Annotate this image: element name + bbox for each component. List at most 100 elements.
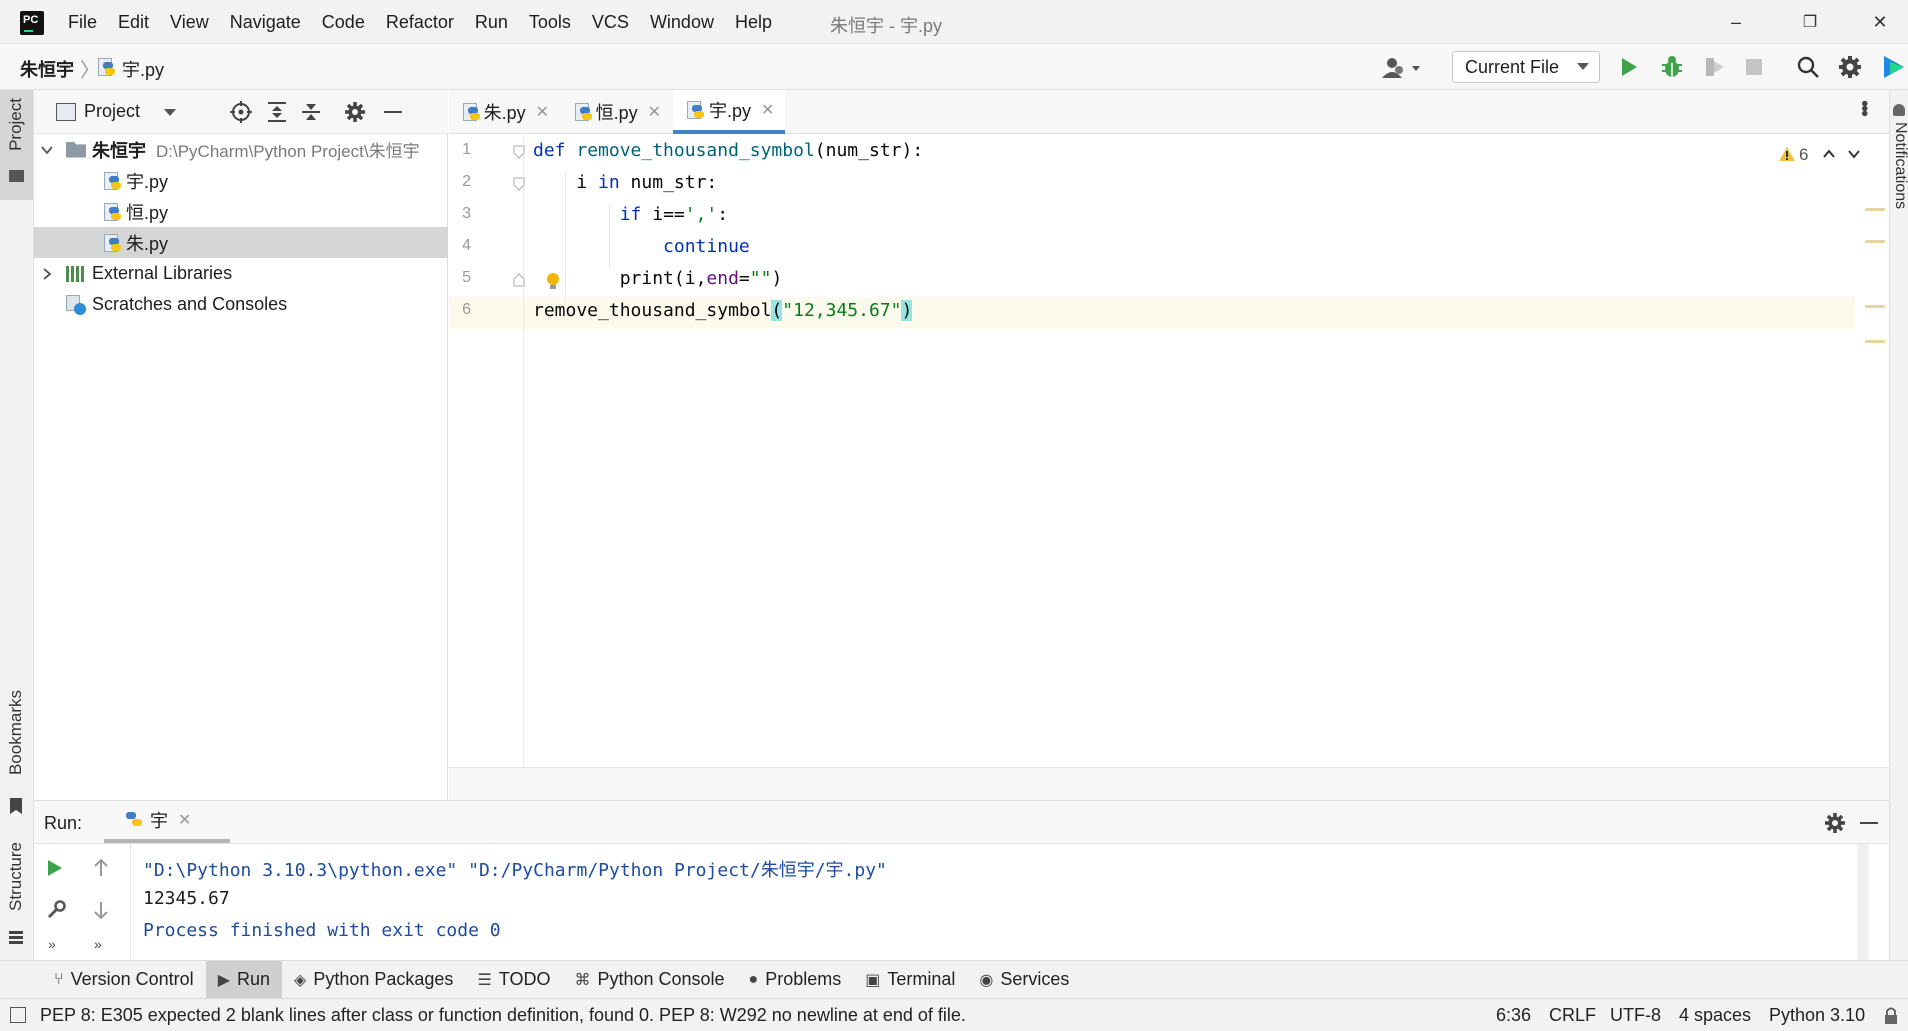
tool-window-python-packages[interactable]: ◈ Python Packages bbox=[282, 961, 465, 999]
menu-help[interactable]: Help bbox=[735, 12, 772, 33]
menu-run[interactable]: Run bbox=[475, 12, 508, 33]
menu-window[interactable]: Window bbox=[650, 12, 714, 33]
tree-root-project[interactable]: 朱恒宇 D:\PyCharm\Python Project\朱恒宇 bbox=[34, 134, 448, 165]
cursor-position[interactable]: 6:36 bbox=[1496, 1005, 1531, 1026]
console-scrollbar[interactable] bbox=[1857, 844, 1869, 960]
close-tab-icon[interactable]: ✕ bbox=[761, 100, 774, 120]
warning-icon[interactable] bbox=[1778, 146, 1796, 162]
menu-navigate[interactable]: Navigate bbox=[230, 12, 301, 33]
user-account-icon[interactable] bbox=[1380, 56, 1424, 80]
editor-tab[interactable]: 恒.py ✕ bbox=[561, 90, 661, 134]
status-message[interactable]: PEP 8: E305 expected 2 blank lines after… bbox=[40, 1005, 966, 1026]
menu-refactor[interactable]: Refactor bbox=[386, 12, 454, 33]
warning-stripe-mark[interactable] bbox=[1865, 340, 1885, 343]
more-options-icon[interactable]: ••• bbox=[1852, 100, 1875, 115]
breadcrumb-project[interactable]: 朱恒宇 bbox=[20, 56, 74, 82]
wrench-icon[interactable] bbox=[46, 900, 66, 920]
menu-view[interactable]: View bbox=[170, 12, 209, 33]
collapse-all-icon[interactable] bbox=[300, 101, 322, 123]
more-actions-icon[interactable]: » bbox=[48, 936, 56, 952]
tree-file-item[interactable]: 宇.py bbox=[34, 165, 448, 196]
function-name: remove_thousand_symbol bbox=[576, 140, 815, 161]
line-number: 3 bbox=[462, 205, 471, 222]
notifications-tool-tab[interactable]: Notifications bbox=[1891, 122, 1908, 209]
bookmarks-tool-tab[interactable]: Bookmarks bbox=[6, 690, 26, 775]
editor-error-stripe[interactable] bbox=[1855, 135, 1889, 767]
minimize-button[interactable]: – bbox=[1708, 8, 1764, 36]
chevron-down-icon[interactable] bbox=[164, 109, 176, 116]
chevron-up-icon[interactable] bbox=[1822, 148, 1836, 160]
warning-stripe-mark[interactable] bbox=[1865, 208, 1885, 211]
tree-file-item[interactable]: 恒.py bbox=[34, 196, 448, 227]
project-view-select[interactable]: Project bbox=[84, 101, 140, 122]
toggle-tool-windows-icon[interactable] bbox=[10, 1007, 26, 1023]
run-console[interactable]: » » "D:\Python 3.10.3\python.exe" "D:/Py… bbox=[34, 844, 1889, 960]
editor-tab[interactable]: 朱.py ✕ bbox=[449, 90, 549, 134]
tree-scratches[interactable]: Scratches and Consoles bbox=[34, 289, 448, 320]
notification-bell-icon[interactable] bbox=[1893, 104, 1905, 116]
editor-tab-label: 恒.py bbox=[595, 103, 638, 123]
close-tab-icon[interactable]: ✕ bbox=[536, 102, 549, 122]
chevron-down-icon[interactable] bbox=[40, 143, 54, 157]
fold-marker-icon[interactable] bbox=[513, 177, 525, 191]
line-number: 4 bbox=[462, 237, 471, 254]
debug-button[interactable] bbox=[1660, 55, 1684, 79]
editor-tab-active[interactable]: 宇.py ✕ bbox=[673, 90, 785, 134]
menu-tools[interactable]: Tools bbox=[529, 12, 571, 33]
run-tab[interactable]: 宇 ✕ bbox=[104, 801, 230, 843]
folder-icon bbox=[9, 170, 24, 182]
tool-window-terminal[interactable]: ▣ Terminal bbox=[853, 961, 967, 999]
menu-code[interactable]: Code bbox=[322, 12, 365, 33]
navigation-bar: 朱恒宇 〉 宇.py Current File bbox=[0, 44, 1908, 90]
warning-stripe-mark[interactable] bbox=[1865, 240, 1885, 243]
tool-window-version-control[interactable]: ⑂ Version Control bbox=[42, 961, 206, 999]
hide-panel-icon[interactable] bbox=[1860, 822, 1878, 824]
tool-window-python-console[interactable]: ⌘ Python Console bbox=[562, 961, 736, 999]
tree-file-item-selected[interactable]: 朱.py bbox=[34, 227, 448, 258]
scroll-up-icon[interactable] bbox=[92, 858, 110, 878]
settings-gear-icon[interactable] bbox=[1838, 55, 1862, 79]
line-separator[interactable]: CRLF bbox=[1549, 1005, 1596, 1026]
project-tool-tab[interactable]: Project bbox=[0, 90, 33, 200]
packages-icon: ◈ bbox=[294, 971, 307, 989]
expand-all-icon[interactable] bbox=[266, 101, 288, 123]
close-tab-icon[interactable]: ✕ bbox=[178, 810, 191, 830]
menu-file[interactable]: File bbox=[68, 12, 97, 33]
run-configuration-select[interactable]: Current File bbox=[1452, 51, 1600, 83]
gear-icon[interactable] bbox=[344, 101, 366, 123]
tool-window-todo[interactable]: ☰ TODO bbox=[465, 961, 562, 999]
warning-count[interactable]: 6 bbox=[1799, 145, 1808, 165]
structure-tool-tab[interactable]: Structure bbox=[6, 842, 26, 911]
python-interpreter[interactable]: Python 3.10 bbox=[1769, 1005, 1865, 1026]
scroll-down-icon[interactable] bbox=[92, 900, 110, 920]
tool-window-run[interactable]: ▶ Run bbox=[205, 960, 283, 999]
chevron-right-icon[interactable] bbox=[40, 267, 54, 281]
lightbulb-icon[interactable] bbox=[545, 272, 561, 292]
gear-icon[interactable] bbox=[1824, 812, 1846, 834]
fold-marker-icon[interactable] bbox=[513, 273, 525, 287]
close-window-button[interactable]: ✕ bbox=[1852, 8, 1908, 36]
close-tab-icon[interactable]: ✕ bbox=[648, 102, 661, 122]
menu-edit[interactable]: Edit bbox=[118, 12, 149, 33]
rerun-button[interactable] bbox=[46, 858, 64, 878]
breadcrumb-file[interactable]: 宇.py bbox=[122, 56, 164, 82]
more-actions-icon[interactable]: » bbox=[94, 936, 102, 952]
warning-stripe-mark[interactable] bbox=[1865, 305, 1885, 308]
restore-button[interactable]: ❐ bbox=[1782, 8, 1838, 36]
jetbrains-assistant-icon[interactable] bbox=[1882, 54, 1908, 80]
tree-external-libraries[interactable]: External Libraries bbox=[34, 258, 448, 289]
search-icon[interactable] bbox=[1796, 55, 1820, 79]
fold-marker-icon[interactable] bbox=[513, 145, 525, 159]
hide-panel-icon[interactable] bbox=[384, 111, 402, 113]
menu-vcs[interactable]: VCS bbox=[592, 12, 629, 33]
code-editor[interactable]: def remove_thousand_symbol(num_str): i i… bbox=[525, 135, 1860, 767]
tool-window-problems[interactable]: ● Problems bbox=[737, 961, 854, 999]
run-button[interactable] bbox=[1618, 56, 1640, 78]
tool-window-services[interactable]: ◉ Services bbox=[967, 961, 1081, 999]
file-encoding[interactable]: UTF-8 bbox=[1610, 1005, 1661, 1026]
run-with-coverage-icon[interactable] bbox=[1702, 55, 1726, 79]
lock-icon[interactable] bbox=[1882, 1006, 1900, 1026]
indent-setting[interactable]: 4 spaces bbox=[1679, 1005, 1751, 1026]
locate-file-icon[interactable] bbox=[230, 101, 252, 123]
stop-button[interactable] bbox=[1744, 57, 1764, 77]
